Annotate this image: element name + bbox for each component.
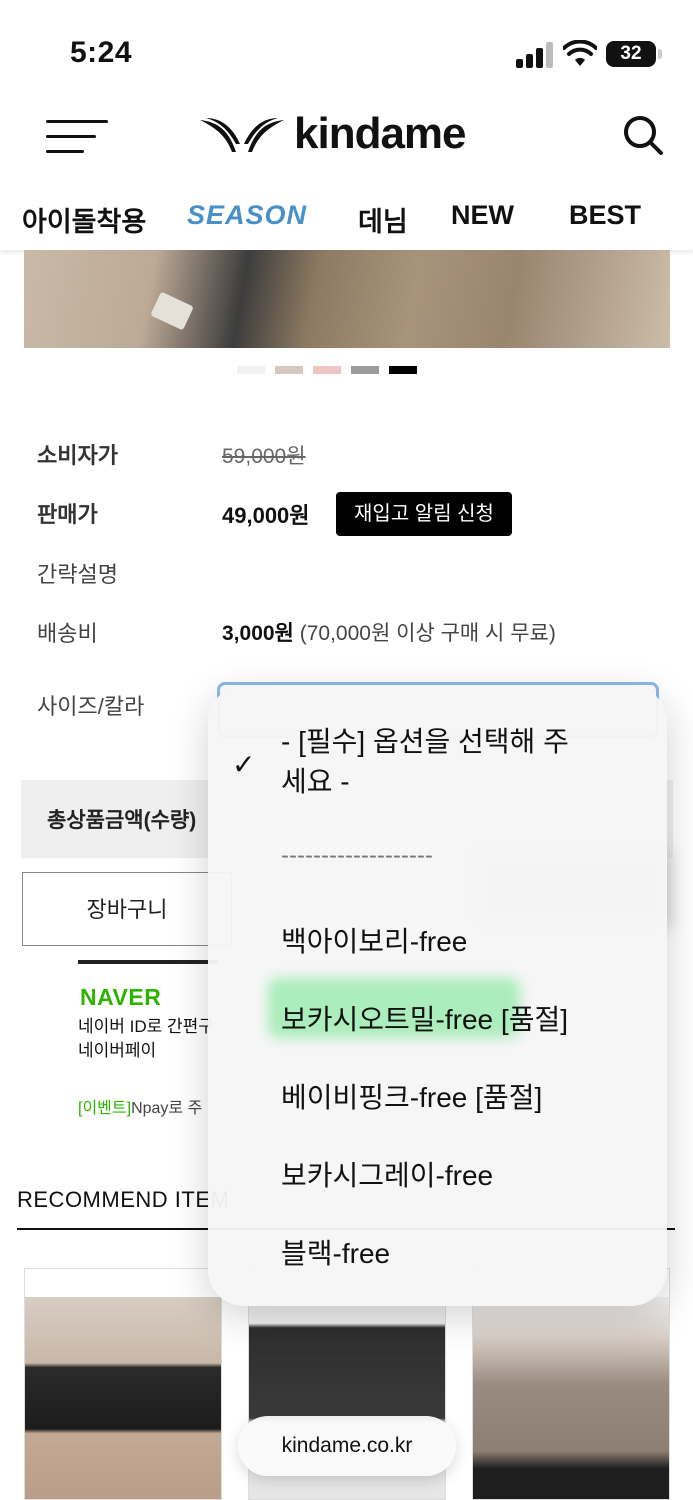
shipping-note: (70,000원 이상 구매 시 무료) bbox=[299, 622, 556, 645]
image-color-swatches bbox=[237, 366, 417, 374]
shipping-fee: 3,000원 bbox=[222, 622, 294, 645]
restock-alert-button[interactable]: 재입고 알림 신청 bbox=[336, 492, 512, 536]
swatch[interactable] bbox=[313, 366, 341, 374]
shipping-label: 배송비 bbox=[37, 621, 98, 646]
battery-icon: 32 bbox=[606, 41, 662, 67]
naver-desc-line2: 네이버페이 bbox=[78, 1041, 157, 1060]
logo-text: kindame bbox=[294, 109, 467, 158]
dropdown-option-ivory[interactable]: 백아이보리-free bbox=[281, 920, 467, 960]
product-image[interactable] bbox=[24, 250, 670, 348]
dropdown-option-divider: ------------------- bbox=[281, 842, 433, 869]
recommend-image bbox=[25, 1297, 221, 1499]
consumer-price-label: 소비자가 bbox=[37, 443, 118, 468]
naver-event-text: Npay로 주 bbox=[131, 1100, 203, 1117]
total-label: 총상품금액(수량) bbox=[47, 809, 197, 832]
sale-price-label: 판매가 bbox=[37, 502, 98, 527]
selected-check-icon: ✓ bbox=[232, 749, 256, 780]
swatch[interactable] bbox=[351, 366, 379, 374]
consumer-price: 59,000원 bbox=[222, 445, 306, 468]
swatch[interactable] bbox=[275, 366, 303, 374]
swatch[interactable] bbox=[237, 366, 265, 374]
naver-desc-line1: 네이버 ID로 간편구 bbox=[78, 1017, 214, 1036]
option-dropdown-menu: ✓ - [필수] 옵션을 선택해 주세요 - -----------------… bbox=[208, 686, 667, 1306]
wifi-icon bbox=[563, 40, 597, 66]
search-icon[interactable] bbox=[622, 114, 664, 156]
product-image-detail bbox=[150, 291, 194, 331]
recommend-title: RECOMMEND ITEM bbox=[17, 1187, 230, 1212]
site-logo[interactable]: kindame bbox=[198, 106, 467, 162]
category-idol[interactable]: 아이돌착용 bbox=[22, 200, 146, 239]
summary-label: 간략설명 bbox=[37, 562, 118, 587]
naver-event-tag: [이벤트] bbox=[78, 1100, 132, 1117]
dropdown-option-gray[interactable]: 보카시그레이-free bbox=[281, 1154, 493, 1194]
status-bar: 5:24 32 bbox=[0, 0, 693, 100]
category-denim[interactable]: 데님 bbox=[358, 200, 408, 239]
category-season[interactable]: SEASON bbox=[187, 200, 307, 231]
swatch[interactable] bbox=[389, 366, 417, 374]
browser-url-bar[interactable]: kindame.co.kr bbox=[238, 1416, 456, 1476]
category-best[interactable]: BEST bbox=[569, 200, 641, 231]
category-new[interactable]: NEW bbox=[451, 200, 514, 231]
option-label: 사이즈/칼라 bbox=[37, 694, 145, 719]
dropdown-option-black[interactable]: 블랙-free bbox=[281, 1232, 390, 1272]
naver-description: 네이버 ID로 간편구 네이버페이 bbox=[78, 1015, 218, 1063]
dropdown-option-babypink[interactable]: 베이비핑크-free [품절] bbox=[281, 1076, 542, 1116]
recommend-card[interactable] bbox=[24, 1268, 222, 1500]
cart-button[interactable]: 장바구니 bbox=[22, 872, 232, 946]
status-time: 5:24 bbox=[70, 36, 133, 69]
naver-logo[interactable]: NAVER bbox=[80, 984, 161, 1011]
dropdown-option-placeholder[interactable]: - [필수] 옵션을 선택해 주세요 - bbox=[281, 722, 581, 802]
naver-event[interactable]: [이벤트]Npay로 주 bbox=[78, 1094, 202, 1118]
sale-price: 49,000원 bbox=[222, 503, 310, 528]
hamburger-menu-icon[interactable] bbox=[46, 120, 108, 156]
category-nav: 아이돌착용 SEASON 데님 NEW BEST bbox=[0, 190, 693, 250]
wings-logo-icon bbox=[200, 118, 284, 152]
dropdown-option-oatmeal[interactable]: 보카시오트밀-free [품절] bbox=[281, 998, 568, 1038]
site-header: kindame bbox=[0, 100, 693, 170]
recommend-image bbox=[473, 1297, 669, 1499]
cellular-signal-icon bbox=[516, 42, 554, 68]
naver-divider bbox=[78, 960, 218, 964]
